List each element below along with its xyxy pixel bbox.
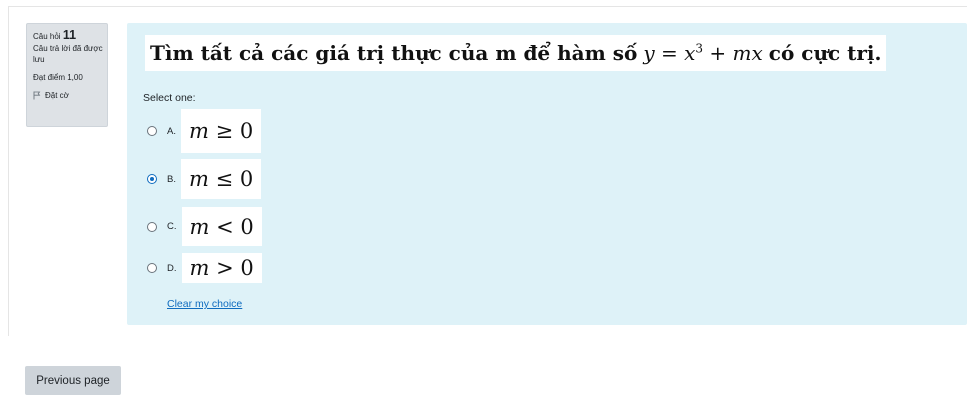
question-grade: Đạt điểm 1,00 bbox=[33, 73, 83, 82]
question-info-panel: Câu hỏi 11 Câu trả lời đã được lưu Đạt đ… bbox=[26, 23, 108, 127]
radio-icon[interactable] bbox=[147, 174, 157, 184]
previous-page-button[interactable]: Previous page bbox=[25, 366, 121, 395]
question-text-after: có cực trị. bbox=[768, 41, 882, 65]
formula-lhs: y bbox=[643, 41, 655, 65]
flag-icon bbox=[33, 91, 41, 100]
option-number: 0 bbox=[239, 167, 254, 191]
question-number: Câu hỏi 11 bbox=[33, 28, 107, 42]
question-text-before: Tìm tất cả các giá trị thực của m để hàm… bbox=[150, 41, 638, 65]
flag-label: Đặt cờ bbox=[45, 91, 69, 100]
question-formula: y = x3 + mx bbox=[643, 41, 762, 65]
answer-option-d[interactable]: D. m > 0 bbox=[147, 253, 262, 283]
formula-x: x bbox=[684, 41, 696, 65]
answer-option-a[interactable]: A. m ≥ 0 bbox=[147, 109, 262, 153]
option-letter: C. bbox=[167, 221, 177, 232]
formula-plus: + bbox=[709, 41, 727, 65]
option-math: m ≤ 0 bbox=[180, 159, 262, 199]
option-number: 0 bbox=[240, 214, 254, 239]
option-relation: ≥ bbox=[215, 119, 234, 143]
clear-choice-link[interactable]: Clear my choice bbox=[167, 298, 242, 310]
formula-equals: = bbox=[661, 41, 678, 65]
option-var: m bbox=[188, 167, 209, 191]
question-state: Câu trả lời đã được lưu bbox=[33, 44, 103, 64]
option-var: m bbox=[189, 256, 210, 280]
option-letter: D. bbox=[167, 262, 177, 274]
radio-icon[interactable] bbox=[147, 221, 157, 232]
option-letter: B. bbox=[167, 173, 176, 185]
option-letter: A. bbox=[167, 125, 176, 137]
option-var: m bbox=[189, 214, 210, 239]
option-number: 0 bbox=[240, 256, 254, 280]
question-number-label: Câu hỏi bbox=[33, 32, 61, 41]
answer-option-b[interactable]: B. m ≤ 0 bbox=[147, 159, 262, 199]
question-number-value: 11 bbox=[62, 28, 77, 42]
option-relation: ≤ bbox=[215, 167, 234, 191]
option-number: 0 bbox=[239, 119, 254, 143]
option-math: m > 0 bbox=[181, 253, 262, 283]
flag-question-toggle[interactable]: Đặt cờ bbox=[33, 90, 107, 101]
formula-exponent: 3 bbox=[695, 41, 704, 56]
option-var: m bbox=[188, 119, 209, 143]
question-text: Tìm tất cả các giá trị thực của m để hàm… bbox=[145, 35, 887, 71]
option-relation: < bbox=[216, 214, 234, 239]
select-one-prompt: Select one: bbox=[143, 92, 196, 104]
radio-icon[interactable] bbox=[147, 263, 157, 273]
radio-icon[interactable] bbox=[147, 126, 157, 136]
option-relation: > bbox=[216, 256, 234, 280]
option-math: m < 0 bbox=[181, 207, 262, 246]
answer-option-c[interactable]: C. m < 0 bbox=[147, 207, 262, 246]
formula-mx: mx bbox=[732, 41, 763, 65]
option-math: m ≥ 0 bbox=[180, 109, 262, 153]
